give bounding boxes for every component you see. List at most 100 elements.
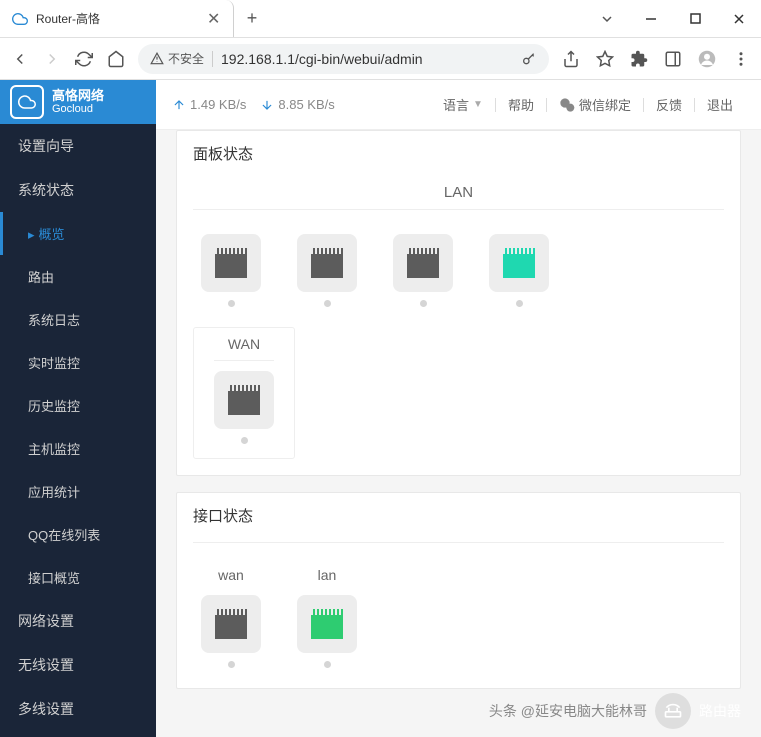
router-icon	[655, 693, 691, 729]
sidebar-item[interactable]: 历史监控	[0, 384, 156, 427]
profile-icon[interactable]	[697, 49, 717, 69]
lan-section-label: LAN	[177, 176, 740, 205]
maximize-button[interactable]	[673, 0, 717, 38]
star-icon[interactable]	[595, 49, 615, 69]
status-dot	[516, 300, 523, 307]
wechat-link[interactable]: 微信绑定	[547, 95, 643, 114]
upload-speed: 1.49 KB/s	[172, 97, 246, 112]
brand-logo: 高恪网络 Gocloud	[0, 80, 156, 124]
status-dot	[324, 661, 331, 668]
nav: 设置向导系统状态概览路由系统日志实时监控历史监控主机监控应用统计QQ在线列表接口…	[0, 124, 156, 737]
port-box	[214, 371, 274, 429]
cloud-icon	[12, 11, 28, 27]
separator	[212, 51, 213, 67]
port-box	[201, 234, 261, 292]
download-speed: 8.85 KB/s	[260, 97, 334, 112]
ethernet-port-icon	[406, 248, 440, 278]
port-label: wan	[218, 567, 244, 587]
url-text: 192.168.1.1/cgi-bin/webui/admin	[221, 51, 513, 67]
watermark-badge: 路由器	[699, 701, 741, 721]
port-box	[297, 595, 357, 653]
port-item	[489, 234, 549, 307]
wan-subpanel: WAN	[193, 327, 295, 459]
sidebar-item[interactable]: 系统日志	[0, 298, 156, 341]
sidebar-item[interactable]: 系统状态	[0, 168, 156, 212]
back-button[interactable]	[10, 49, 30, 69]
help-link[interactable]: 帮助	[496, 95, 546, 114]
logo-en: Gocloud	[52, 103, 104, 115]
tab-title: Router-高恪	[36, 10, 199, 27]
ethernet-port-icon	[214, 248, 248, 278]
port-box	[297, 234, 357, 292]
reload-button[interactable]	[74, 49, 94, 69]
ethernet-port-icon	[310, 609, 344, 639]
share-icon[interactable]	[561, 49, 581, 69]
wechat-icon	[559, 97, 575, 113]
app-topbar: 1.49 KB/s 8.85 KB/s 语言▼ 帮助 微信绑定 反馈 退出	[156, 80, 761, 130]
ethernet-port-icon	[310, 248, 344, 278]
status-dot	[420, 300, 427, 307]
sidebar-item[interactable]: 设置向导	[0, 124, 156, 168]
home-button[interactable]	[106, 49, 126, 69]
menu-icon[interactable]	[731, 49, 751, 69]
wan-ports-row	[214, 371, 274, 444]
sidebar-item[interactable]: 实时监控	[0, 341, 156, 384]
sidebar-item[interactable]: 路由	[0, 255, 156, 298]
watermark: 头条 @延安电脑大能林哥 路由器	[489, 693, 741, 729]
minimize-button[interactable]	[629, 0, 673, 38]
port-item	[297, 234, 357, 307]
download-icon	[260, 98, 274, 112]
panel-status-card: 面板状态 LAN WAN	[176, 130, 741, 476]
sidebar-item[interactable]: QQ在线列表	[0, 513, 156, 556]
download-value: 8.85 KB/s	[278, 97, 334, 112]
key-icon[interactable]	[521, 51, 537, 67]
sidebar-item[interactable]: 无线设置	[0, 643, 156, 687]
sidebar-item[interactable]: QoS流控	[0, 731, 156, 737]
port-box	[201, 595, 261, 653]
sidebar-item[interactable]: 主机监控	[0, 427, 156, 470]
iface-ports-row: wan lan	[177, 555, 740, 688]
close-button[interactable]	[717, 0, 761, 38]
lan-ports-row	[177, 222, 740, 327]
panel-status-title: 面板状态	[177, 131, 740, 176]
logout-link[interactable]: 退出	[695, 95, 745, 114]
interface-status-title: 接口状态	[177, 493, 740, 538]
upload-icon	[172, 98, 186, 112]
new-tab-button[interactable]: +	[234, 0, 270, 37]
browser-tab[interactable]: Router-高恪 ✕	[0, 0, 234, 37]
insecure-warning: 不安全	[150, 50, 204, 67]
port-item: lan	[297, 567, 357, 668]
browser-toolbar: 不安全 192.168.1.1/cgi-bin/webui/admin	[0, 38, 761, 80]
address-bar[interactable]: 不安全 192.168.1.1/cgi-bin/webui/admin	[138, 44, 549, 74]
sidebar-item[interactable]: 概览	[0, 212, 156, 255]
wan-section-label: WAN	[214, 336, 274, 356]
sidebar-item[interactable]: 应用统计	[0, 470, 156, 513]
sidepanel-icon[interactable]	[663, 49, 683, 69]
port-item	[201, 234, 261, 307]
status-dot	[324, 300, 331, 307]
logo-cn: 高恪网络	[52, 89, 104, 103]
sidebar: 高恪网络 Gocloud 设置向导系统状态概览路由系统日志实时监控历史监控主机监…	[0, 80, 156, 737]
sidebar-item[interactable]: 网络设置	[0, 599, 156, 643]
status-dot	[228, 661, 235, 668]
ethernet-port-icon	[214, 609, 248, 639]
insecure-label: 不安全	[168, 50, 204, 67]
lang-dropdown[interactable]: 语言▼	[431, 95, 495, 114]
port-item: wan	[201, 567, 261, 668]
cloud-icon	[10, 85, 44, 119]
feedback-link[interactable]: 反馈	[644, 95, 694, 114]
port-box	[489, 234, 549, 292]
status-dot	[228, 300, 235, 307]
warning-icon	[150, 52, 164, 66]
sidebar-item[interactable]: 接口概览	[0, 556, 156, 599]
window-controls	[585, 0, 761, 37]
close-icon[interactable]: ✕	[207, 9, 221, 29]
port-item	[214, 371, 274, 444]
status-dot	[241, 437, 248, 444]
chevron-down-icon[interactable]	[585, 0, 629, 38]
watermark-text: 头条 @延安电脑大能林哥	[489, 701, 647, 721]
sidebar-item[interactable]: 多线设置	[0, 687, 156, 731]
extensions-icon[interactable]	[629, 49, 649, 69]
forward-button[interactable]	[42, 49, 62, 69]
port-box	[393, 234, 453, 292]
